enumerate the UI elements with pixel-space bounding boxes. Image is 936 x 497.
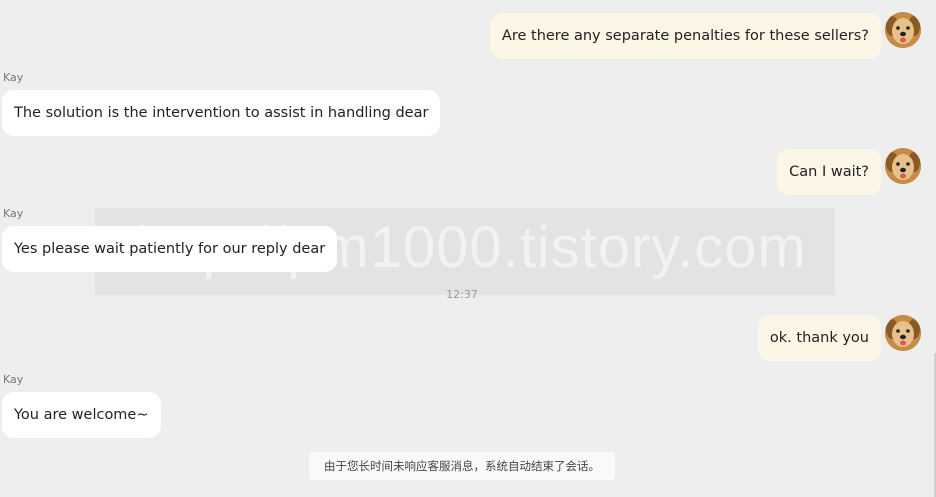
- message-text: Are there any separate penalties for the…: [501, 28, 869, 44]
- message-timestamp: 12:37: [446, 288, 478, 301]
- sender-name: Kay: [3, 71, 24, 84]
- message-text: You are welcome~: [14, 407, 149, 423]
- outgoing-message-bubble[interactable]: ok. thank you: [757, 315, 881, 361]
- message-text: The solution is the intervention to assi…: [14, 105, 429, 121]
- dog-avatar-icon: [885, 148, 921, 184]
- message-text: Can I wait?: [789, 164, 869, 180]
- dog-avatar-icon: [885, 315, 921, 351]
- outgoing-message-bubble[interactable]: Can I wait?: [777, 149, 881, 195]
- outgoing-message-bubble[interactable]: Are there any separate penalties for the…: [489, 13, 881, 59]
- dog-avatar-icon: [885, 12, 921, 48]
- sender-name: Kay: [3, 373, 24, 386]
- chat-window: http://pm1000.tistory.com Are there any …: [0, 0, 936, 497]
- message-text: ok. thank you: [769, 330, 869, 346]
- incoming-message-bubble[interactable]: You are welcome~: [2, 392, 161, 438]
- incoming-message-bubble[interactable]: The solution is the intervention to assi…: [2, 90, 441, 136]
- user-avatar[interactable]: [885, 148, 921, 184]
- incoming-message-bubble[interactable]: Yes please wait patiently for our reply …: [2, 226, 338, 272]
- message-text: Yes please wait patiently for our reply …: [14, 241, 326, 257]
- user-avatar[interactable]: [885, 12, 921, 48]
- sender-name: Kay: [3, 207, 24, 220]
- user-avatar[interactable]: [885, 315, 921, 351]
- system-notice: 由于您长时间未响应客服消息，系统自动结束了会话。: [309, 452, 615, 480]
